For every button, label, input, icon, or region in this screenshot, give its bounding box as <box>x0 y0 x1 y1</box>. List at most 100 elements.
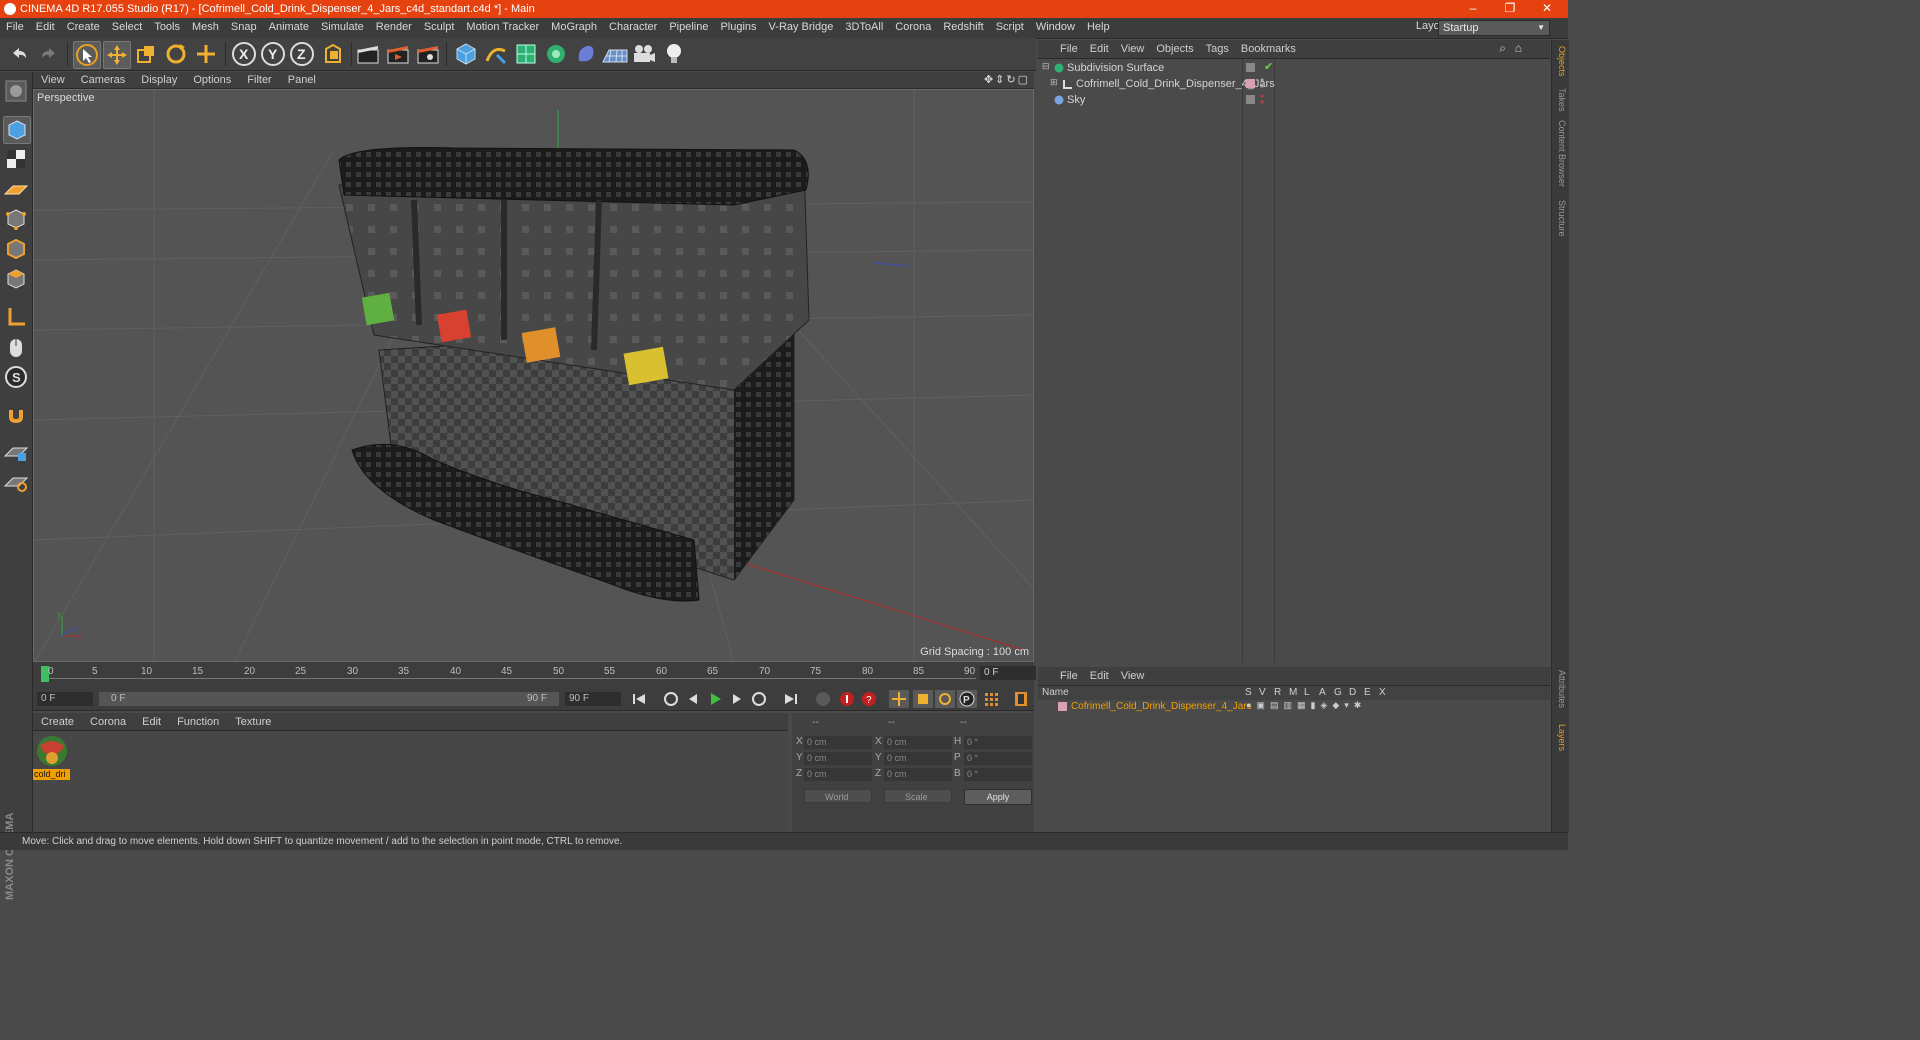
timeline-ruler[interactable]: 0 5 10 15 20 25 30 35 40 45 50 55 60 65 … <box>33 662 1036 688</box>
menu-tools[interactable]: Tools <box>148 18 186 33</box>
object-row-subdivision-surface[interactable]: ⊟ Subdivision Surface ✔ <box>1038 60 1550 76</box>
position-z-field[interactable]: 0 cm <box>804 768 872 781</box>
edit-tag-icon[interactable] <box>1246 63 1255 72</box>
menu-motion-tracker[interactable]: Motion Tracker <box>460 18 545 33</box>
key-pla-button[interactable] <box>981 690 1001 708</box>
texture-mode-button[interactable] <box>3 146 29 172</box>
expand-toggle-icon[interactable]: ⊞ <box>1050 77 1058 88</box>
add-camera-button[interactable] <box>631 41 657 67</box>
autokeying-button[interactable] <box>837 690 857 708</box>
tweak-mode-button[interactable] <box>3 334 29 360</box>
add-cube-button[interactable] <box>453 41 479 67</box>
rotate-tool[interactable] <box>163 41 189 67</box>
visibility-dots-icon[interactable]: ● ● <box>1260 77 1264 90</box>
polygons-mode-button[interactable] <box>3 266 29 292</box>
coordinate-system-button[interactable] <box>320 41 346 67</box>
magnet-button[interactable] <box>3 402 29 428</box>
key-rotation-button[interactable] <box>935 690 955 708</box>
viewport-menu-cameras[interactable]: Cameras <box>73 72 134 86</box>
menu-sculpt[interactable]: Sculpt <box>418 18 461 33</box>
menu-plugins[interactable]: Plugins <box>714 18 762 33</box>
menu-create[interactable]: Create <box>61 18 106 33</box>
lm-menu-file[interactable]: File <box>1054 667 1084 682</box>
size-z-field[interactable]: 0 cm <box>884 768 952 781</box>
snap-button[interactable]: S <box>3 364 29 390</box>
play-button[interactable] <box>705 690 725 708</box>
x-axis-lock-button[interactable]: X <box>231 41 257 67</box>
render-picture-viewer-button[interactable] <box>385 41 411 67</box>
side-tab-objects[interactable]: Objects <box>1554 46 1567 77</box>
add-generator-button[interactable] <box>513 41 539 67</box>
rotation-h-field[interactable]: 0 ° <box>964 736 1032 749</box>
object-row-dispenser[interactable]: ⊞ Cofrimell_Cold_Drink_Dispenser_4_Jars … <box>1038 76 1550 92</box>
om-menu-file[interactable]: File <box>1054 40 1084 55</box>
menu-help[interactable]: Help <box>1081 18 1116 33</box>
material-menu-create[interactable]: Create <box>33 713 82 728</box>
side-tab-content-browser[interactable]: Content Browser <box>1554 120 1567 187</box>
key-parameter-button[interactable]: P <box>957 690 977 708</box>
material-menu-function[interactable]: Function <box>169 713 227 728</box>
viewport-menu-view[interactable]: View <box>33 72 73 86</box>
material-swatch[interactable]: cold_dri <box>33 731 71 783</box>
menu-snap[interactable]: Snap <box>225 18 263 33</box>
apply-button[interactable]: Apply <box>964 789 1032 805</box>
add-array-button[interactable] <box>543 41 569 67</box>
enabled-check-icon[interactable]: ✔ <box>1264 60 1273 73</box>
next-keyframe-button[interactable] <box>749 690 769 708</box>
frame-range-slider[interactable]: 0 F 90 F <box>99 692 559 706</box>
coordinate-space-select[interactable]: World <box>804 789 872 803</box>
next-frame-button[interactable] <box>727 690 747 708</box>
side-tab-layers[interactable]: Layers <box>1554 724 1567 751</box>
current-frame-field[interactable]: 0 F <box>980 666 1036 680</box>
layout-select[interactable]: Startup ▼ <box>1438 20 1550 36</box>
add-deformer-button[interactable] <box>573 41 599 67</box>
y-axis-lock-button[interactable]: Y <box>260 41 286 67</box>
workplane-mode-button[interactable] <box>3 176 29 202</box>
menu-mesh[interactable]: Mesh <box>186 18 225 33</box>
om-menu-objects[interactable]: Objects <box>1150 40 1199 55</box>
material-menu-texture[interactable]: Texture <box>227 713 279 728</box>
axis-mode-button[interactable] <box>3 304 29 330</box>
move-tool[interactable] <box>103 41 131 69</box>
menu-edit[interactable]: Edit <box>30 18 61 33</box>
render-settings-button[interactable] <box>415 41 441 67</box>
layer-toggle-icons[interactable]: ●▣▤▥▦▮◈◆▾✱ <box>1246 700 1366 711</box>
om-home-icon[interactable]: ⌂ <box>1515 41 1522 55</box>
key-scale-button[interactable] <box>913 690 933 708</box>
side-tab-attributes[interactable]: Attributes <box>1554 670 1567 708</box>
redo-button[interactable] <box>36 41 62 67</box>
timeline-ruler-track[interactable] <box>41 678 976 685</box>
om-menu-bookmarks[interactable]: Bookmarks <box>1235 40 1302 55</box>
edit-tag-icon[interactable] <box>1246 95 1255 104</box>
make-editable-button[interactable] <box>3 78 29 104</box>
layer-color-tag-icon[interactable] <box>1246 79 1255 88</box>
lm-menu-edit[interactable]: Edit <box>1084 667 1115 682</box>
menu-pipeline[interactable]: Pipeline <box>663 18 714 33</box>
position-y-field[interactable]: 0 cm <box>804 752 872 765</box>
om-search-icon[interactable]: ⌕ <box>1499 41 1506 56</box>
record-keys-button[interactable] <box>813 690 833 708</box>
go-to-start-button[interactable] <box>629 690 649 708</box>
menu-mograph[interactable]: MoGraph <box>545 18 603 33</box>
menu-render[interactable]: Render <box>370 18 418 33</box>
position-x-field[interactable]: 0 cm <box>804 736 872 749</box>
om-menu-edit[interactable]: Edit <box>1084 40 1115 55</box>
go-to-end-button[interactable] <box>781 690 801 708</box>
menu-character[interactable]: Character <box>603 18 663 33</box>
lock-workplane-button[interactable] <box>3 438 29 464</box>
material-menu-edit[interactable]: Edit <box>134 713 169 728</box>
menu-window[interactable]: Window <box>1030 18 1081 33</box>
size-mode-select[interactable]: Scale <box>884 789 952 803</box>
start-frame-field[interactable]: 0 F <box>37 692 93 706</box>
object-row-sky[interactable]: Sky ● ● <box>1038 92 1550 108</box>
material-menu-corona[interactable]: Corona <box>82 713 134 728</box>
viewport-menu-filter[interactable]: Filter <box>239 72 279 86</box>
menu-select[interactable]: Select <box>106 18 149 33</box>
add-spline-button[interactable] <box>483 41 509 67</box>
undo-button[interactable] <box>6 41 32 67</box>
timeline-layout-button[interactable] <box>1011 690 1031 708</box>
restore-button[interactable]: ❐ <box>1491 1 1529 17</box>
transform-tool[interactable] <box>193 41 219 67</box>
points-mode-button[interactable] <box>3 206 29 232</box>
visibility-dots-icon[interactable]: ● ● <box>1260 93 1264 106</box>
